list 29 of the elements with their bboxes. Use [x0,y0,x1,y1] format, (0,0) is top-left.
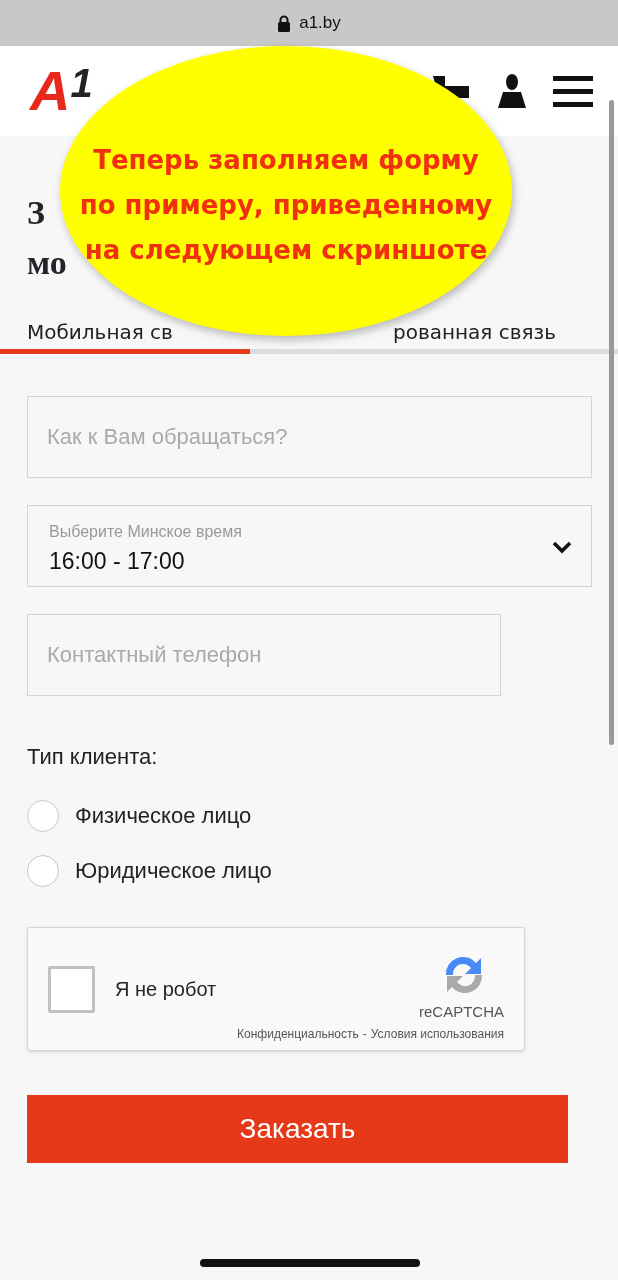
heading-text: З [27,193,45,233]
menu-icon[interactable] [553,73,593,109]
url-text[interactable]: a1.by [299,10,341,36]
annotation-text: по примеру, приведенному [78,189,494,222]
phone-field[interactable]: Контактный телефон [27,614,501,696]
terms-link[interactable]: Условия использования [370,1025,504,1044]
radio-button[interactable] [27,799,59,832]
recaptcha-text: reCAPTCHA [419,1001,504,1022]
order-button[interactable]: Заказать [27,1095,568,1163]
name-field[interactable]: Как к Вам обращаться? [27,396,592,478]
heading-text: мо [27,243,67,283]
checkbox-label: Я не робот [115,977,217,1002]
scrollbar[interactable] [609,100,614,745]
person-icon[interactable] [495,73,529,109]
time-select[interactable]: Выберите Минское время 16:00 - 17:00 [27,505,592,587]
radio-label: Юридическое лицо [75,857,272,885]
annotation-text: на следующем скриншоте [83,234,489,267]
annotation-text: Теперь заполняем форму [92,144,480,177]
checkbox[interactable] [48,965,95,1013]
radio-button[interactable] [27,854,59,887]
lock-icon [277,14,292,32]
privacy-link[interactable]: Конфиденциальность [237,1025,359,1044]
radio-label: Физическое лицо [75,802,252,830]
separator-text: - [362,1026,367,1044]
select-value: 16:00 - 17:00 [49,547,186,576]
field-label: Тип клиента: [27,743,159,771]
floating-label: Выберите Минское время [49,522,242,542]
chevron-icon [552,540,572,554]
home-indicator[interactable] [200,1259,420,1267]
